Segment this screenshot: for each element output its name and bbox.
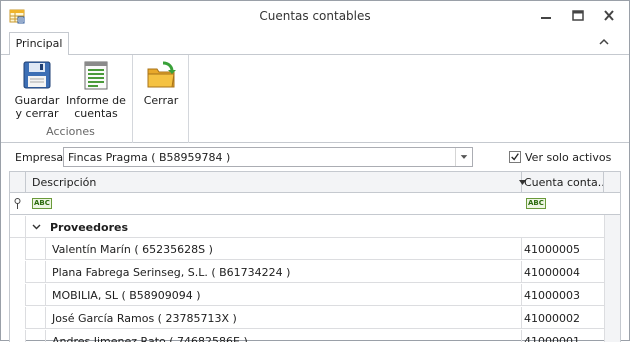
abc-filter-icon[interactable]: ABC	[32, 198, 52, 209]
report-icon	[84, 61, 108, 90]
maximize-icon[interactable]	[567, 7, 589, 25]
group-indent-cell	[26, 238, 46, 260]
cerrar-label: Cerrar	[143, 94, 179, 107]
chevron-up-icon[interactable]	[597, 35, 611, 49]
guardar-label-line2: y cerrar	[15, 107, 59, 120]
guardar-label-line1: Guardar	[14, 94, 60, 107]
empresa-combobox[interactable]: Fincas Pragma ( B58959784 )	[63, 147, 473, 167]
cuentas-grid: Descripción Cuenta conta... ABC ABC Prov…	[9, 171, 621, 342]
row-indicator-cell	[10, 238, 26, 260]
group-indent-cell	[26, 284, 46, 306]
group-row-proveedores[interactable]: Proveedores	[10, 216, 604, 238]
column-header-descripcion[interactable]: Descripción	[26, 172, 526, 193]
empresa-label: Empresa:	[15, 151, 67, 164]
table-row[interactable]: Plana Fabrega Serinseg, S.L. ( B61734224…	[10, 261, 604, 283]
folder-close-icon	[147, 61, 176, 88]
cell-cuenta[interactable]: 41000003	[522, 284, 604, 306]
informe-de-cuentas-button[interactable]: Informe de cuentas	[65, 59, 127, 120]
empresa-selected-value: Fincas Pragma ( B58959784 )	[68, 151, 231, 164]
title-bar: Cuentas contables	[1, 1, 629, 31]
ribbon-group-label-acciones: Acciones	[46, 125, 95, 138]
informe-label-line2: cuentas	[74, 107, 118, 120]
group-indent-cell	[26, 261, 46, 283]
floppy-disk-icon	[23, 61, 51, 89]
cell-descripcion[interactable]: MOBILIA, SL ( B58909094 )	[46, 284, 522, 306]
cerrar-button[interactable]: Cerrar	[139, 59, 183, 107]
ribbon-panel: Guardar y cerrar Informe de cuentas Acci…	[1, 55, 629, 143]
close-icon[interactable]	[598, 7, 620, 25]
cell-cuenta[interactable]: 41000002	[522, 307, 604, 329]
row-indicator-cell	[10, 284, 26, 306]
abc-filter-icon[interactable]: ABC	[526, 198, 546, 209]
table-row[interactable]: Andres Jimenez Rato ( 74682586E ) 410000…	[10, 330, 604, 342]
row-indicator-cell	[10, 216, 26, 238]
cell-cuenta[interactable]: 41000004	[522, 261, 604, 283]
pin-icon[interactable]	[13, 198, 22, 209]
group-indent-cell	[26, 330, 46, 342]
table-row[interactable]: José García Ramos ( 23785713X ) 41000002	[10, 307, 604, 329]
table-row[interactable]: MOBILIA, SL ( B58909094 ) 41000003	[10, 284, 604, 306]
ver-solo-activos-checkbox[interactable]	[509, 151, 521, 163]
ver-solo-activos-label[interactable]: Ver solo activos	[525, 151, 611, 164]
chevron-down-icon[interactable]	[32, 222, 41, 231]
cell-descripcion[interactable]: Valentín Marín ( 65235628S )	[46, 238, 522, 260]
ribbon-group-acciones: Guardar y cerrar Informe de cuentas Acci…	[9, 55, 133, 143]
ribbon-tab-bar: Principal	[1, 31, 629, 56]
cell-descripcion[interactable]: Andres Jimenez Rato ( 74682586E )	[46, 330, 522, 342]
minimize-icon[interactable]	[535, 7, 557, 25]
ribbon-group-cerrar: Cerrar	[133, 55, 189, 143]
cell-cuenta[interactable]: 41000001	[522, 330, 604, 342]
vertical-scrollbar[interactable]	[604, 215, 620, 342]
row-indicator-cell	[10, 330, 26, 342]
chevron-down-icon[interactable]	[455, 148, 472, 166]
column-header-cuenta[interactable]: Cuenta conta...	[522, 172, 604, 193]
group-indent-cell	[26, 307, 46, 329]
cell-cuenta[interactable]: 41000005	[522, 238, 604, 260]
guardar-y-cerrar-button[interactable]: Guardar y cerrar	[13, 59, 61, 120]
row-indicator-cell	[10, 307, 26, 329]
header-indicator-cell	[10, 172, 26, 193]
empresa-row: Empresa: Fincas Pragma ( B58959784 ) Ver…	[1, 143, 629, 171]
group-label: Proveedores	[50, 221, 128, 234]
table-row[interactable]: Valentín Marín ( 65235628S ) 41000005	[10, 238, 604, 260]
grid-filter-row: ABC ABC	[10, 193, 620, 215]
row-indicator-cell	[10, 261, 26, 283]
main-window: Cuentas contables Principal Guardar y ce…	[0, 0, 630, 342]
column-header-descripcion-label: Descripción	[32, 176, 97, 189]
grid-header-row: Descripción Cuenta conta...	[10, 172, 620, 193]
tab-principal[interactable]: Principal	[9, 32, 69, 56]
cell-descripcion[interactable]: José García Ramos ( 23785713X )	[46, 307, 522, 329]
informe-label-line1: Informe de	[66, 94, 126, 107]
cell-descripcion[interactable]: Plana Fabrega Serinseg, S.L. ( B61734224…	[46, 261, 522, 283]
